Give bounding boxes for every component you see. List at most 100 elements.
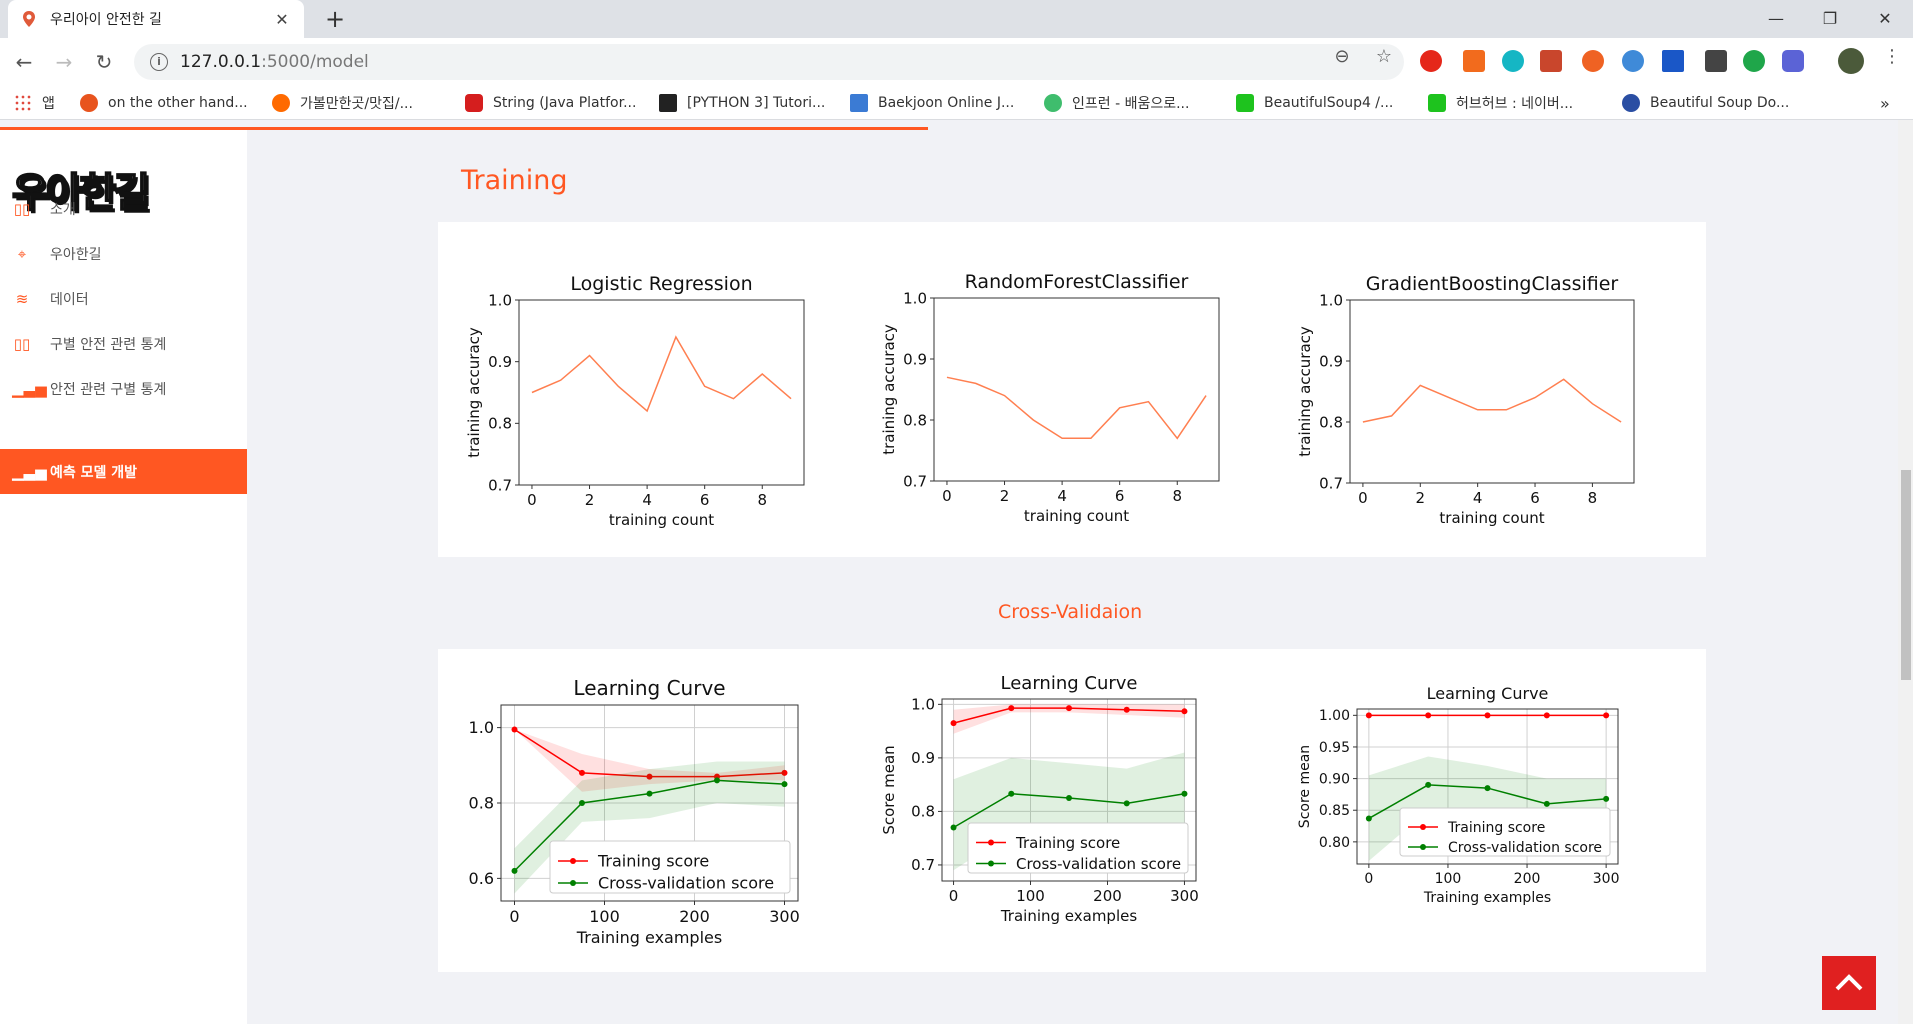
legend-marker: [988, 839, 994, 846]
bookmark-favicon-icon: [272, 94, 290, 112]
back-button[interactable]: ←: [10, 48, 38, 76]
y-tick-label: 0.9: [911, 749, 935, 767]
more-bookmarks-button[interactable]: »: [1880, 92, 1890, 114]
data-point: [1543, 800, 1550, 807]
reload-button[interactable]: ↻: [90, 48, 118, 76]
data-point: [1008, 790, 1015, 797]
chart-learning-curve-3: 0 100 200 300 0.80 0.85 0.90 0.95 1.00 Learning C…: [1297, 684, 1620, 906]
map-pin-favicon-icon: [23, 11, 35, 27]
extension-lifebuoy-icon[interactable]: [1582, 50, 1604, 72]
bookmark-apps[interactable]: 앱: [14, 92, 55, 114]
minimize-button[interactable]: —: [1753, 4, 1799, 34]
restore-button[interactable]: ❐: [1807, 4, 1853, 34]
forward-button[interactable]: →: [50, 48, 78, 76]
plot-frame: [1349, 299, 1635, 484]
bookmark-label: Beautiful Soup Do...: [1650, 95, 1790, 111]
bookmark-label: [PYTHON 3] Tutori...: [687, 95, 826, 111]
chart-title: Logistic Regression: [570, 273, 752, 295]
extension-crop-icon[interactable]: [1662, 50, 1684, 72]
y-tick-label: 0.7: [903, 472, 927, 490]
data-point: [1123, 706, 1130, 713]
y-tick-label: 0.9: [1319, 352, 1343, 370]
bookmark-item[interactable]: Baekjoon Online J...: [850, 92, 1014, 114]
x-tick-label: 0: [509, 907, 519, 926]
data-point: [781, 781, 788, 788]
bookmark-item[interactable]: Beautiful Soup Do...: [1622, 92, 1789, 114]
extension-ex-icon[interactable]: [1463, 50, 1485, 72]
bookmark-favicon-icon: [1044, 94, 1062, 112]
sidebar-item-safe-road[interactable]: ⌖ 우아한길: [0, 231, 247, 276]
x-tick-label: 0: [1358, 489, 1368, 507]
new-tab-button[interactable]: +: [320, 4, 350, 34]
bookmark-item[interactable]: [PYTHON 3] Tutori...: [659, 92, 825, 114]
apps-grid-icon: [14, 94, 32, 112]
legend-label: Cross-validation score: [1016, 855, 1181, 873]
browser-tab[interactable]: 우리아이 안전한 길 ✕: [8, 0, 304, 38]
x-tick-label: 6: [1530, 489, 1540, 507]
sidebar-item-data[interactable]: ≋ 데이터: [0, 276, 247, 321]
training-card: 0 2 4 6 8 0.7 0.8 0.9 1.0 Logistic Regression trai…: [438, 222, 1706, 557]
chart-random-forest: 0 2 4 6 8 0.7 0.8 0.9 1.0 RandomForestClassifier t…: [880, 271, 1220, 525]
chart-title: Learning Curve: [1001, 673, 1138, 694]
legend-marker: [1420, 824, 1426, 830]
bookmark-item[interactable]: 인프런 - 배움으로...: [1044, 92, 1189, 114]
x-tick-label: 0: [527, 491, 537, 509]
url-host: 127.0.0.1: [180, 52, 262, 72]
scroll-to-top-button[interactable]: [1822, 956, 1876, 1010]
cv-charts: 0 100 200 300 0.6 0.8 1.0 Learning Curve Trainin…: [469, 673, 1620, 947]
bookmark-item[interactable]: 허브허브 : 네이버...: [1428, 92, 1573, 114]
extension-globe-icon[interactable]: [1622, 50, 1644, 72]
bookmark-star-icon[interactable]: ☆: [1372, 46, 1396, 67]
data-point: [511, 726, 518, 733]
bookmark-label: 허브허브 : 네이버...: [1456, 96, 1574, 112]
y-tick-label: 0.95: [1319, 740, 1350, 756]
map-pin-icon: ⌖: [17, 244, 27, 263]
y-tick-label: 1.0: [911, 696, 935, 714]
extension-chat-icon[interactable]: [1743, 50, 1765, 72]
x-tick-label: 8: [1172, 487, 1182, 505]
bookmark-item[interactable]: BeautifulSoup4 /...: [1236, 92, 1393, 114]
extension-pdf-icon[interactable]: [1540, 50, 1562, 72]
sidebar-item-intro[interactable]: ▯▯ 소개: [0, 186, 247, 231]
x-axis-label: training count: [609, 511, 714, 529]
address-bar[interactable]: i 127.0.0.1:5000/model: [134, 44, 1404, 80]
x-axis-label: Training examples: [1423, 890, 1551, 906]
x-tick-label: 300: [1593, 871, 1620, 887]
tab-close-icon[interactable]: ✕: [272, 10, 292, 29]
x-axis-label: training count: [1024, 507, 1129, 525]
data-point: [714, 777, 720, 784]
y-tick-label: 0.90: [1319, 771, 1350, 787]
series-line: [946, 376, 1207, 440]
data-point: [1066, 795, 1072, 802]
bookmark-label: Baekjoon Online J...: [878, 95, 1015, 111]
site-info-icon[interactable]: i: [150, 53, 168, 71]
menu-icon[interactable]: ⋮: [1880, 46, 1904, 67]
sidebar-item-label: 데이터: [50, 291, 89, 308]
y-tick-label: 0.9: [488, 353, 512, 371]
bookmark-item[interactable]: 가볼만한곳/맛집/...: [272, 92, 413, 114]
y-tick-label: 1.00: [1319, 708, 1350, 724]
sidebar-item-safety-stats[interactable]: ▁▃▅ 안전 관련 구별 통계: [0, 366, 247, 411]
bookmark-favicon-icon: [659, 94, 677, 112]
profile-avatar[interactable]: [1838, 48, 1864, 74]
section-title-cross-validation: Cross-Validaion: [998, 601, 1143, 623]
extension-adblock-icon[interactable]: [1420, 50, 1442, 72]
plot-frame: [933, 297, 1220, 482]
database-icon: ≋: [15, 289, 29, 308]
bookmark-item[interactable]: String (Java Platfor...: [465, 92, 636, 114]
extension-eyedropper-icon[interactable]: [1705, 50, 1727, 72]
close-window-button[interactable]: ✕: [1862, 4, 1908, 34]
bookmark-favicon-icon: [850, 94, 868, 112]
sidebar-item-district-stats[interactable]: ▯▯ 구별 안전 관련 통계: [0, 321, 247, 366]
zoom-icon[interactable]: ⊖: [1330, 46, 1354, 67]
bookmark-favicon-icon: [1622, 94, 1640, 112]
data-point: [1484, 712, 1491, 719]
extension-r-icon[interactable]: [1782, 50, 1804, 72]
sidebar-item-model[interactable]: ▁▃▅ 예측 모델 개발: [0, 449, 247, 494]
bookmark-item[interactable]: on the other hand...: [80, 92, 248, 114]
x-tick-label: 6: [1115, 487, 1125, 505]
url-path: :5000/model: [261, 52, 369, 72]
y-tick-label: 0.80: [1319, 835, 1350, 851]
scrollbar-thumb[interactable]: [1901, 470, 1911, 680]
extension-m-icon[interactable]: [1502, 50, 1524, 72]
